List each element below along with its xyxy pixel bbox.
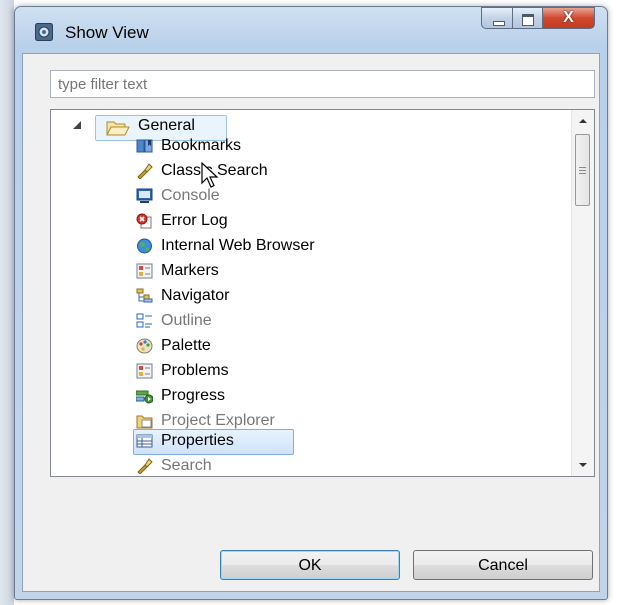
navigator-icon bbox=[136, 288, 153, 303]
progress-icon bbox=[136, 390, 153, 404]
folder-open-icon bbox=[106, 121, 130, 136]
properties-icon bbox=[136, 434, 153, 448]
vertical-scrollbar[interactable] bbox=[571, 110, 594, 476]
background-window-edge bbox=[0, 0, 14, 605]
console-icon bbox=[136, 188, 153, 203]
close-button[interactable]: X bbox=[543, 7, 595, 29]
tree-item-label: Navigator bbox=[161, 287, 230, 304]
tree-node-label: General bbox=[138, 117, 195, 134]
dialog-title: Show View bbox=[65, 23, 149, 42]
tree-item-label: Search bbox=[161, 457, 212, 474]
grip-line bbox=[579, 170, 586, 171]
grip-line bbox=[579, 167, 586, 168]
maximize-button[interactable] bbox=[513, 7, 543, 29]
globe-icon bbox=[137, 238, 152, 254]
caption-buttons: X bbox=[481, 7, 595, 31]
tree-item-label: Palette bbox=[161, 337, 211, 354]
tree-item-label: Project Explorer bbox=[161, 412, 275, 429]
collapse-triangle-icon[interactable] bbox=[73, 121, 81, 129]
dialog-client-area: General Bookmarks Classic Search bbox=[22, 53, 600, 592]
error-log-icon bbox=[136, 213, 152, 229]
tree-item-label: Markers bbox=[161, 262, 219, 279]
tree-item-label: Bookmarks bbox=[161, 137, 242, 154]
tree-item-label: Problems bbox=[161, 362, 229, 379]
outline-icon bbox=[136, 313, 152, 328]
title-bar[interactable]: Show View X bbox=[15, 7, 607, 53]
tree-item-label: Internal Web Browser bbox=[161, 237, 315, 254]
cancel-button[interactable]: Cancel bbox=[413, 550, 593, 580]
bookmarks-icon bbox=[136, 139, 153, 153]
minimize-button[interactable] bbox=[481, 7, 513, 29]
filter-input[interactable] bbox=[50, 70, 595, 98]
project-explorer-icon bbox=[136, 415, 153, 429]
ok-button[interactable]: OK bbox=[220, 550, 400, 580]
close-icon: X bbox=[563, 9, 574, 26]
mouse-pointer-icon bbox=[201, 162, 219, 188]
search-flashlight-icon bbox=[137, 458, 153, 474]
markers-icon bbox=[136, 263, 153, 279]
view-tree[interactable]: General Bookmarks Classic Search Console… bbox=[50, 109, 595, 477]
minimize-icon bbox=[493, 21, 505, 26]
problems-icon bbox=[136, 363, 153, 379]
view-gear-icon bbox=[35, 23, 53, 41]
tree-item-label: Error Log bbox=[161, 212, 228, 229]
scroll-up-arrow-icon[interactable] bbox=[572, 110, 594, 132]
grip-line bbox=[579, 173, 586, 174]
tree-item-label: Outline bbox=[161, 312, 212, 329]
scroll-down-arrow-icon[interactable] bbox=[572, 454, 594, 476]
palette-icon bbox=[136, 338, 153, 354]
search-flashlight-icon bbox=[137, 163, 153, 179]
scroll-thumb[interactable] bbox=[575, 134, 590, 206]
show-view-dialog: Show View X General bbox=[14, 6, 608, 600]
maximize-icon bbox=[522, 14, 534, 26]
tree-item-label: Progress bbox=[161, 387, 226, 404]
tree-item-label: Properties bbox=[161, 432, 234, 449]
